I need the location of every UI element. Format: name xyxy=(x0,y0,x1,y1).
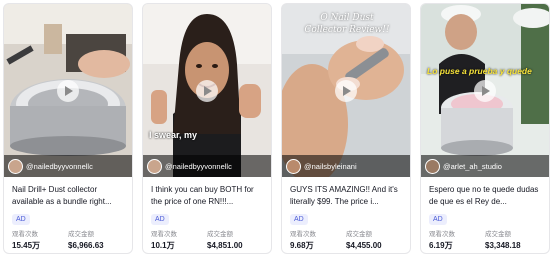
views-value: 9.68万 xyxy=(290,241,314,250)
play-icon[interactable] xyxy=(196,79,218,102)
views-value: 10.1万 xyxy=(151,241,175,250)
views-value: 15.45万 xyxy=(12,241,41,250)
stats: 观看次数 10.1万 成交金额 $4,851.00 xyxy=(151,231,263,251)
stats: 观看次数 9.68万 成交金额 $4,455.00 xyxy=(290,231,402,251)
video-title[interactable]: I think you can buy BOTH for the price o… xyxy=(151,184,263,208)
views-label: 观看次数 xyxy=(290,231,316,238)
author-handle: @nailsbyleinani xyxy=(304,161,357,171)
video-thumbnail[interactable]: I swear, my @nailedbyyvonnellc xyxy=(143,4,271,177)
gmv-label: 成交金额 xyxy=(346,231,372,238)
stats: 观看次数 15.45万 成交金额 $6,966.63 xyxy=(12,231,124,251)
views-label: 观看次数 xyxy=(429,231,455,238)
stats: 观看次数 6.19万 成交金额 $3,348.18 xyxy=(429,231,541,251)
play-icon[interactable] xyxy=(335,79,357,102)
video-card-row: @nailedbyyvonnellc Nail Drill+ Dust coll… xyxy=(0,0,554,258)
video-title[interactable]: Espero que no te quede dudas de que es e… xyxy=(429,184,541,208)
video-title[interactable]: Nail Drill+ Dust collector available as … xyxy=(12,184,124,208)
play-icon[interactable] xyxy=(474,79,496,102)
author-bar[interactable]: @arlet_ah_studio xyxy=(421,155,549,177)
ad-badge: AD xyxy=(12,214,30,225)
avatar xyxy=(8,158,23,174)
avatar xyxy=(147,158,162,174)
author-bar[interactable]: @nailedbyyvonnellc xyxy=(143,155,271,177)
video-overlay-text: O Nail Dust Collector Review!! xyxy=(304,13,390,35)
ad-badge: AD xyxy=(429,214,447,225)
author-handle: @nailedbyyvonnellc xyxy=(165,161,232,171)
ad-badge: AD xyxy=(290,214,308,225)
video-thumbnail[interactable]: Lo puse a prueba y quede @arlet_ah_studi… xyxy=(421,4,549,177)
gmv-label: 成交金额 xyxy=(68,231,94,238)
video-card[interactable]: O Nail Dust Collector Review!! @nailsbyl… xyxy=(281,3,411,254)
gmv-value: $6,966.63 xyxy=(68,241,104,250)
views-label: 观看次数 xyxy=(151,231,177,238)
author-bar[interactable]: @nailedbyyvonnellc xyxy=(4,155,132,177)
author-bar[interactable]: @nailsbyleinani xyxy=(282,155,410,177)
video-card[interactable]: @nailedbyyvonnellc Nail Drill+ Dust coll… xyxy=(3,3,133,254)
ad-badge: AD xyxy=(151,214,169,225)
views-value: 6.19万 xyxy=(429,241,453,250)
author-handle: @arlet_ah_studio xyxy=(443,161,502,171)
play-icon[interactable] xyxy=(57,79,79,102)
video-overlay-text: Lo puse a prueba y quede xyxy=(427,66,532,76)
gmv-value: $4,455.00 xyxy=(346,241,382,250)
gmv-value: $3,348.18 xyxy=(485,241,521,250)
video-card[interactable]: Lo puse a prueba y quede @arlet_ah_studi… xyxy=(420,3,550,254)
video-thumbnail[interactable]: @nailedbyyvonnellc xyxy=(4,4,132,177)
gmv-value: $4,851.00 xyxy=(207,241,243,250)
avatar xyxy=(286,158,301,174)
video-card[interactable]: I swear, my @nailedbyyvonnellc I think y… xyxy=(142,3,272,254)
gmv-label: 成交金额 xyxy=(207,231,233,238)
author-handle: @nailedbyyvonnellc xyxy=(26,161,93,171)
avatar xyxy=(425,158,440,174)
video-thumbnail[interactable]: O Nail Dust Collector Review!! @nailsbyl… xyxy=(282,4,410,177)
video-title[interactable]: GUYS ITS AMAZING!! And it's literally $9… xyxy=(290,184,402,208)
video-overlay-text: I swear, my xyxy=(149,130,198,140)
gmv-label: 成交金额 xyxy=(485,231,511,238)
views-label: 观看次数 xyxy=(12,231,38,238)
